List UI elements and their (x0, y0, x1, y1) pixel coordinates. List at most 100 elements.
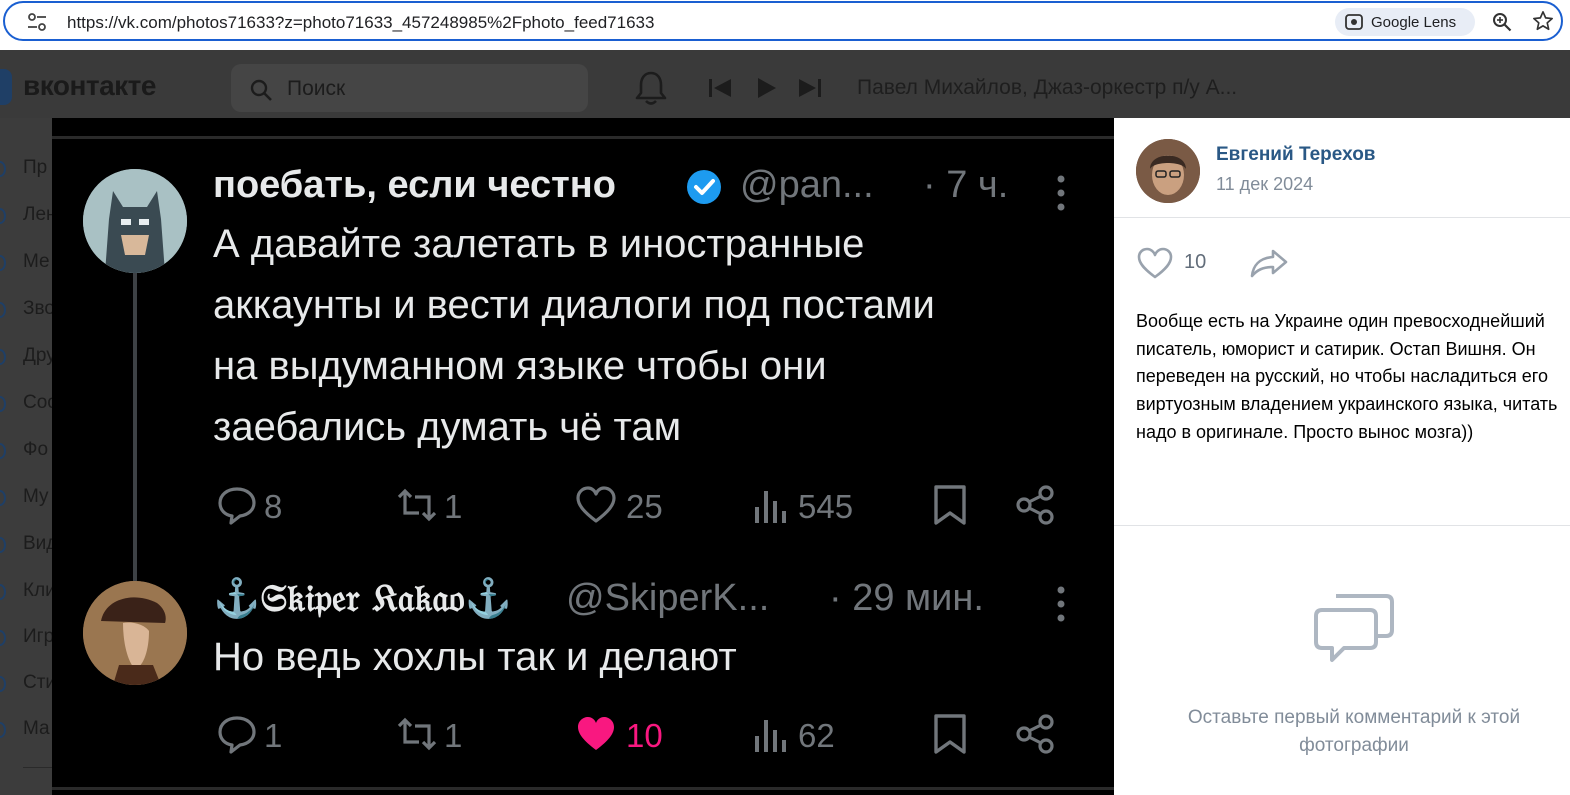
tweet2-author-name: ⚓𝔖𝔨𝔦𝔭𝔢𝔯 𝔎𝔞𝔨𝔞𝔬⚓ (213, 575, 512, 620)
feed-icon (0, 208, 6, 224)
sidebar-divider (23, 767, 52, 768)
no-comments-message: Оставьте первый комментарий к этой фотог… (1187, 707, 1521, 756)
tweet1-reply-count: 8 (264, 488, 283, 525)
author-avatar[interactable] (1136, 139, 1200, 203)
tweet1-text-line: заебались думать чё там (213, 405, 682, 449)
sidebar-item-label: Пр (23, 157, 48, 178)
friends-icon (0, 349, 6, 365)
sidebar-item-label: Ме (23, 251, 50, 272)
tweet1-text-line: А давайте залетать в иностранные (213, 222, 865, 266)
verified-badge-icon (687, 170, 721, 204)
photos-icon (0, 443, 6, 459)
tweet2-reply-count: 1 (264, 717, 283, 754)
photo-border-bottom (52, 787, 1114, 790)
sidebar-item-clips[interactable]: Кли (0, 577, 52, 607)
views-chart-icon (755, 720, 786, 752)
lens-label: Google Lens (1371, 14, 1457, 31)
tweet1-like-count: 25 (626, 488, 663, 525)
more-options-icon (1057, 586, 1065, 622)
sidebar-item-label: Лен (23, 204, 52, 225)
share-icon (1016, 714, 1054, 754)
retweet-icon (397, 488, 437, 522)
sidebar-item-label: Дру (23, 345, 52, 366)
previous-track-icon[interactable] (707, 77, 733, 99)
vk-search-input[interactable]: Поиск (231, 64, 588, 112)
sidebar-item-games[interactable]: Игр (0, 623, 52, 653)
profile-icon (0, 161, 6, 177)
sidebar-item-label: Зво (23, 298, 52, 319)
comments-icon (1314, 594, 1394, 662)
url-text[interactable]: https://vk.com/photos71633?z=photo71633_… (67, 13, 654, 33)
lens-icon (1345, 14, 1363, 30)
photo-border-top (52, 136, 1114, 139)
reply-icon (218, 487, 256, 525)
google-lens-button[interactable]: Google Lens (1335, 8, 1475, 36)
tweet2-handle: @SkiperK... (566, 577, 770, 619)
tweet1-author-name: поебать, если честно (213, 164, 616, 206)
tweet2-retweet-count: 1 (444, 717, 463, 754)
bookmark-icon (934, 714, 966, 754)
tweet1-text-line: на выдуманном языке чтобы они (213, 344, 827, 388)
sidebar-item-messenger[interactable]: Ме (0, 248, 52, 278)
communities-icon (0, 396, 6, 412)
browser-toolbar: https://vk.com/photos71633?z=photo71633_… (0, 0, 1570, 50)
search-icon (250, 79, 272, 101)
tweet1-view-count: 545 (798, 488, 854, 525)
sidebar-item-label: Кли (23, 580, 52, 601)
bookmark-icon (934, 485, 966, 525)
next-track-icon[interactable] (797, 77, 823, 99)
sidebar-item-stickers[interactable]: Сти (0, 669, 52, 699)
vk-logo-icon[interactable] (0, 69, 12, 105)
clips-icon (0, 584, 6, 600)
sidebar-item-communities[interactable]: Соо (0, 389, 52, 419)
post-date[interactable]: 11 дек 2024 (1216, 174, 1313, 195)
zoom-icon[interactable] (1492, 12, 1512, 32)
retweet-icon (397, 717, 437, 751)
tweet1-time: · 7 ч. (923, 164, 1009, 206)
like-heart-icon (576, 486, 616, 523)
liked-heart-icon (578, 717, 614, 750)
video-icon (0, 537, 6, 553)
bookmark-star-icon[interactable] (1532, 10, 1554, 32)
sidebar-item-music[interactable]: Му (0, 483, 52, 513)
sidebar-item-label: Фо (23, 439, 49, 460)
sidebar-item-photos[interactable]: Фо (0, 436, 52, 466)
sidebar-item-friends[interactable]: Дру (0, 342, 52, 372)
reply-icon (218, 716, 256, 754)
messenger-icon (0, 255, 6, 271)
search-placeholder: Поиск (287, 77, 346, 100)
site-settings-icon[interactable] (27, 13, 47, 31)
calls-icon (0, 302, 6, 318)
share-arrow-icon[interactable] (1249, 247, 1289, 279)
tweet2-text: Но ведь хохлы так и делают (213, 635, 737, 679)
tweet1-handle: @pan... (740, 164, 874, 206)
address-bar[interactable]: https://vk.com/photos71633?z=photo71633_… (3, 1, 1563, 41)
sidebar-item-label: Сти (23, 672, 52, 693)
sidebar-item-label: Игр (23, 626, 52, 647)
photo-info-panel: Евгений Терехов 11 дек 2024 10 Вообще ес… (1114, 118, 1570, 795)
photo-description: Вообще есть на Украине один превосходней… (1136, 311, 1558, 442)
sidebar-item-market[interactable]: Ма (0, 715, 52, 745)
sidebar-item-video[interactable]: Вид (0, 530, 52, 560)
tweet1-text-line: аккаунты и вести диалоги под постами (213, 283, 935, 327)
sidebar-item-calls[interactable]: Зво (0, 295, 52, 325)
author-name-link[interactable]: Евгений Терехов (1216, 144, 1375, 166)
sidebar-item-feed[interactable]: Лен (0, 201, 52, 231)
notifications-bell-icon[interactable] (634, 70, 668, 106)
sidebar-item-label: Вид (23, 533, 52, 554)
more-options-icon (1057, 175, 1065, 211)
views-chart-icon (755, 491, 786, 523)
vk-logo-text[interactable]: вконтакте (23, 70, 156, 102)
play-icon[interactable] (756, 76, 778, 100)
like-heart-icon[interactable] (1136, 246, 1174, 280)
photo-viewer-image[interactable]: поебать, если честно @pan... · 7 ч. А да… (52, 118, 1114, 795)
like-count: 10 (1184, 251, 1207, 273)
now-playing-title[interactable]: Павел Михайлов, Джаз-оркестр п/у А... (857, 76, 1237, 100)
stickers-icon (0, 676, 6, 692)
music-icon (0, 490, 6, 506)
divider (1114, 525, 1570, 526)
sidebar-item-label: Му (23, 486, 49, 507)
left-sidebar: Пр Лен Ме Зво Дру Соо Фо Му Вид Кли Игр … (0, 118, 52, 795)
sidebar-item-profile[interactable]: Пр (0, 154, 52, 184)
tweet2-view-count: 62 (798, 717, 835, 754)
